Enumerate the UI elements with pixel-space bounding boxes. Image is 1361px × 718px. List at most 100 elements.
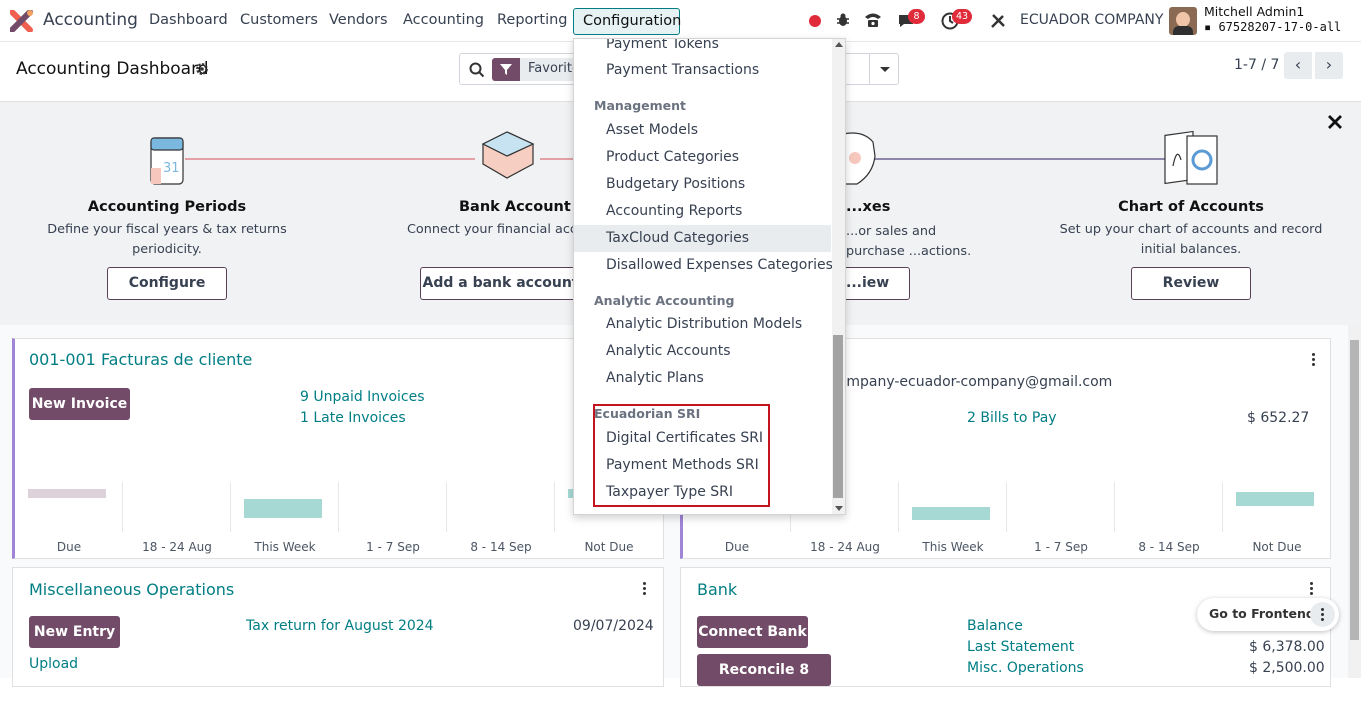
pager-next-button[interactable]: › [1315, 52, 1343, 79]
scroll-up-arrow-icon[interactable] [835, 42, 843, 47]
activity-count-badge: 43 [952, 9, 973, 24]
graph-label: 1 - 7 Sep [1034, 540, 1088, 554]
frontend-options-button[interactable] [1310, 602, 1335, 627]
bank-puzzle-icon [481, 131, 535, 179]
review-button[interactable]: Review [1131, 267, 1251, 300]
new-entry-button[interactable]: New Entry [29, 616, 120, 648]
taxes-icon [843, 132, 876, 185]
last-statement-value: $ 6,378.00 [1249, 639, 1325, 655]
tools-icon[interactable] [989, 12, 1007, 30]
graph-label: Due [724, 540, 750, 554]
app-logo-icon[interactable] [10, 10, 34, 32]
menu-configuration[interactable]: Configuration [573, 8, 682, 35]
filter-icon [492, 58, 520, 81]
graph-label: Not Due [584, 540, 634, 554]
step-title-taxes: ...xes [846, 199, 891, 215]
new-invoice-button[interactable]: New Invoice [29, 388, 130, 420]
pager-value[interactable]: 1-7 / 7 [1234, 57, 1279, 73]
company-switcher[interactable]: ECUADOR COMPANY [1020, 12, 1163, 28]
graph-bar [28, 489, 106, 498]
graph-label: This Week [254, 540, 316, 554]
configure-button[interactable]: Configure [107, 267, 227, 300]
tax-return-link[interactable]: Tax return for August 2024 [246, 618, 434, 634]
menu-reporting[interactable]: Reporting [497, 12, 568, 28]
bills-to-pay-link[interactable]: 2 Bills to Pay [967, 410, 1057, 426]
gear-icon[interactable] [195, 62, 209, 76]
pager-previous-button[interactable]: ‹ [1284, 52, 1312, 79]
graph-label: 8 - 14 Sep [1138, 540, 1200, 554]
journal-title[interactable]: Bank [697, 580, 737, 599]
menu-item-product-categories[interactable]: Product Categories [574, 144, 831, 171]
journal-title[interactable]: 001-001 Facturas de cliente [29, 350, 252, 369]
vendor-email-alias[interactable]: ...mpany-ecuador-company@gmail.com [833, 374, 1112, 390]
menu-dashboard[interactable]: Dashboard [149, 12, 228, 28]
record-icon[interactable] [809, 15, 821, 27]
top-navbar: Accounting Dashboard Customers Vendors A… [0, 0, 1361, 42]
journal-title[interactable]: Miscellaneous Operations [29, 580, 234, 599]
unpaid-invoices-link[interactable]: 9 Unpaid Invoices [300, 389, 425, 405]
misc-operations-label[interactable]: Misc. Operations [967, 660, 1084, 676]
user-name[interactable]: Mitchell Admin1 [1204, 4, 1304, 19]
menu-item-analytic-distribution-models[interactable]: Analytic Distribution Models [574, 311, 831, 338]
menu-item-disallowed-expenses-categories[interactable]: Disallowed Expenses Categories [574, 252, 833, 279]
close-icon[interactable] [1327, 114, 1343, 130]
menu-item-payment-tokens[interactable]: Payment Tokens [574, 39, 831, 58]
menu-item-payment-transactions[interactable]: Payment Transactions [574, 57, 831, 84]
taxes-review-button[interactable]: ...iew [846, 267, 910, 300]
step-title: Chart of Accounts [1118, 199, 1264, 215]
phone-icon[interactable] [863, 11, 883, 29]
menu-accounting[interactable]: Accounting [403, 12, 484, 28]
scroll-down-arrow-icon[interactable] [835, 506, 843, 511]
card-menu-icon[interactable] [643, 582, 647, 596]
graph-label: 18 - 24 Aug [142, 540, 212, 554]
graph-label: This Week [922, 540, 984, 554]
database-name: ▪ 67528207-17-0-all [1204, 20, 1341, 34]
bug-icon[interactable] [835, 12, 851, 28]
avatar[interactable] [1169, 7, 1197, 35]
search-options-toggle[interactable] [869, 54, 899, 84]
late-invoices-link[interactable]: 1 Late Invoices [300, 410, 406, 426]
menu-item-analytic-accounts[interactable]: Analytic Accounts [574, 338, 831, 365]
page-scrollbar[interactable] [1348, 325, 1361, 678]
search-icon[interactable] [469, 62, 485, 78]
journal-card-misc-operations: Miscellaneous Operations New Entry Tax r… [12, 567, 664, 687]
progress-connector [875, 158, 1165, 160]
bank-balance-label[interactable]: Balance [967, 618, 1023, 634]
connect-bank-button[interactable]: Connect Bank [697, 616, 808, 648]
app-name[interactable]: Accounting [43, 10, 138, 30]
graph-label: Due [56, 540, 82, 554]
menu-item-accounting-reports[interactable]: Accounting Reports [574, 198, 831, 225]
journal-card-customer-invoices: 001-001 Facturas de cliente New Invoice … [12, 338, 664, 559]
go-to-frontend-widget: Go to Frontend [1197, 598, 1339, 631]
upload-link[interactable]: Upload [29, 656, 78, 672]
step-description: Define your fiscal years & tax returns p… [47, 222, 287, 257]
step-accounting-periods: Accounting Periods Define your fiscal ye… [17, 199, 317, 260]
card-menu-icon[interactable] [1310, 582, 1314, 596]
last-statement-label[interactable]: Last Statement [967, 639, 1074, 655]
database-icon: ▪ [1204, 20, 1219, 34]
progress-connector [540, 158, 575, 160]
page-title: Accounting Dashboard [16, 59, 209, 79]
add-bank-account-button[interactable]: Add a bank account [420, 267, 580, 300]
caret-down-icon [880, 67, 890, 72]
calendar-icon: 31 [150, 137, 184, 185]
graph-label: 18 - 24 Aug [810, 540, 880, 554]
dropdown-scrollbar-thumb[interactable] [833, 335, 843, 498]
misc-operations-value: $ 2,500.00 [1249, 660, 1325, 676]
step-description: Set up your chart of accounts and record… [1059, 222, 1323, 257]
bills-amount: $ 652.27 [1247, 410, 1310, 426]
step-chart-of-accounts: Chart of Accounts Set up your chart of a… [1041, 199, 1341, 260]
card-menu-icon[interactable] [1312, 353, 1316, 367]
menu-item-analytic-plans[interactable]: Analytic Plans [574, 365, 831, 392]
menu-configuration-label: Configuration [583, 13, 682, 29]
menu-vendors[interactable]: Vendors [329, 12, 388, 28]
chat-count-badge: 8 [908, 9, 925, 24]
search-facet[interactable]: Favorite [492, 58, 580, 81]
menu-item-taxcloud-categories[interactable]: TaxCloud Categories [574, 225, 831, 252]
menu-item-budgetary-positions[interactable]: Budgetary Positions [574, 171, 831, 198]
menu-item-asset-models[interactable]: Asset Models [574, 117, 831, 144]
reconcile-items-button[interactable]: Reconcile 8 Items [697, 654, 831, 710]
step-description-taxes: ...or sales and purchase ...actions. [846, 224, 972, 259]
go-to-frontend-button[interactable]: Go to Frontend [1209, 606, 1315, 621]
menu-customers[interactable]: Customers [240, 12, 318, 28]
